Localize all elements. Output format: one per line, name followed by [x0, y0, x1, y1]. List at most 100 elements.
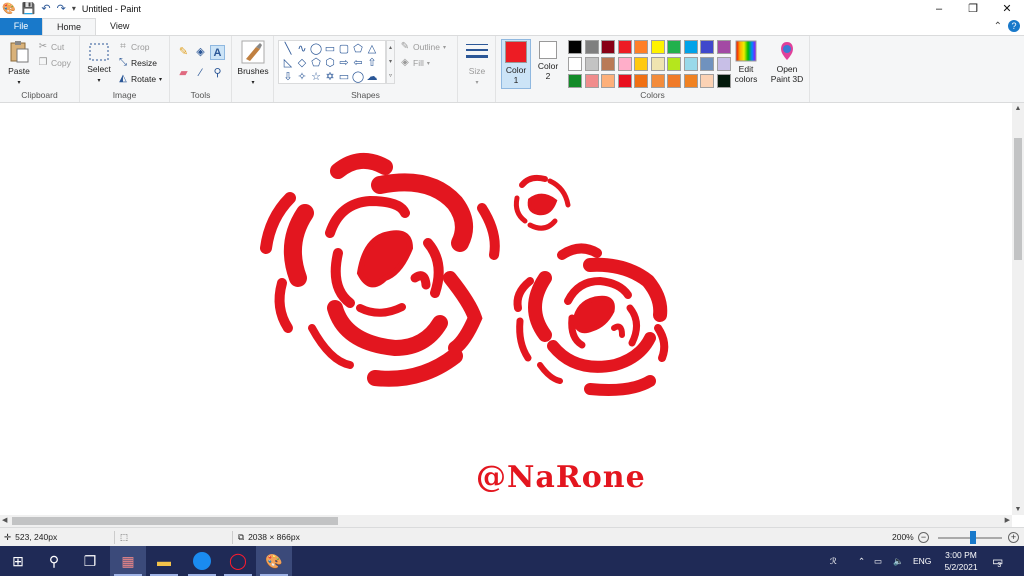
- zoom-out-icon[interactable]: −: [918, 532, 929, 543]
- palette-swatch[interactable]: [667, 40, 681, 54]
- notification-center[interactable]: ▭ 3: [992, 546, 1007, 576]
- color1-button[interactable]: Color 1: [502, 41, 530, 85]
- right-triangle-shape-icon[interactable]: ◺: [281, 56, 295, 70]
- line-shape-icon[interactable]: ╲: [281, 42, 295, 56]
- zoom-slider-thumb[interactable]: [970, 531, 976, 544]
- close-icon[interactable]: ✕: [990, 0, 1024, 18]
- size-button[interactable]: Size ▾: [462, 40, 492, 86]
- scroll-left-icon[interactable]: ◀: [2, 515, 7, 527]
- palette-swatch[interactable]: [700, 40, 714, 54]
- palette-swatch[interactable]: [667, 74, 681, 88]
- fill-button[interactable]: ◈ Fill ▾: [400, 58, 430, 69]
- six-point-star-shape-icon[interactable]: ✡: [323, 70, 337, 84]
- palette-swatch[interactable]: [584, 40, 599, 54]
- copy-button[interactable]: ❐ Copy: [38, 58, 71, 69]
- palette-swatch[interactable]: [634, 40, 648, 54]
- save-icon[interactable]: 💾: [22, 0, 36, 18]
- tab-file[interactable]: File: [0, 18, 42, 35]
- taskbar-app-zalo[interactable]: [184, 546, 220, 576]
- vertical-scroll-thumb[interactable]: [1014, 138, 1022, 260]
- palette-swatch[interactable]: [683, 74, 698, 88]
- palette-swatch[interactable]: [601, 40, 615, 54]
- shapes-gallery-scroll[interactable]: ▴ ▾ ▿: [386, 40, 395, 84]
- minimize-icon[interactable]: –: [922, 0, 956, 18]
- redo-icon[interactable]: ↷: [57, 0, 66, 18]
- rounded-rectangle-shape-icon[interactable]: ▢: [337, 42, 351, 56]
- four-point-star-shape-icon[interactable]: ✧: [295, 70, 309, 84]
- taskbar-app-opera[interactable]: ◯: [220, 546, 256, 576]
- horizontal-scrollbar[interactable]: ◀ ▶: [0, 515, 1012, 527]
- polygon-shape-icon[interactable]: ⬠: [351, 42, 365, 56]
- palette-swatch[interactable]: [650, 57, 665, 71]
- oval-callout-shape-icon[interactable]: ◯: [351, 70, 365, 84]
- rotate-button[interactable]: ◭ Rotate ▾: [118, 74, 162, 85]
- color-picker-icon[interactable]: ⁄: [193, 66, 208, 81]
- show-hidden-icons-icon[interactable]: ⌃: [858, 546, 865, 576]
- taskbar-app-paint[interactable]: 🎨: [256, 546, 292, 576]
- palette-swatch[interactable]: [650, 74, 665, 88]
- palette-swatch[interactable]: [634, 74, 648, 88]
- restore-icon[interactable]: ❐: [956, 0, 990, 18]
- pencil-icon[interactable]: ✎: [176, 45, 191, 60]
- rounded-callout-shape-icon[interactable]: ▭: [337, 70, 351, 84]
- fill-bucket-icon[interactable]: ◈: [193, 45, 208, 60]
- five-point-star-shape-icon[interactable]: ☆: [309, 70, 323, 84]
- curve-shape-icon[interactable]: ∿: [295, 42, 309, 56]
- taskbar-app-photos[interactable]: ▦: [110, 546, 146, 576]
- tab-home[interactable]: Home: [42, 18, 97, 35]
- resize-button[interactable]: ⤡ Resize: [118, 58, 157, 69]
- windows-start-icon[interactable]: ⊞: [0, 546, 36, 576]
- magnifier-icon[interactable]: ⚲: [210, 66, 225, 81]
- palette-swatch[interactable]: [667, 57, 681, 71]
- palette-swatch[interactable]: [568, 74, 582, 88]
- palette-swatch[interactable]: [568, 57, 582, 71]
- select-button[interactable]: Select ▾: [84, 42, 114, 84]
- palette-swatch[interactable]: [584, 74, 599, 88]
- help-icon[interactable]: ?: [1008, 20, 1020, 32]
- down-arrow-shape-icon[interactable]: ⇩: [281, 70, 295, 84]
- taskbar-app-file-explorer[interactable]: ▬: [146, 546, 182, 576]
- oval-shape-icon[interactable]: ◯: [309, 42, 323, 56]
- palette-swatch[interactable]: [716, 40, 731, 54]
- cut-button[interactable]: ✂ Cut: [38, 42, 64, 53]
- customize-toolbar-icon[interactable]: ▾: [72, 0, 76, 18]
- paste-button[interactable]: Paste ▾: [4, 40, 34, 86]
- search-icon[interactable]: ⚲: [36, 546, 72, 576]
- outline-button[interactable]: ✎ Outline ▾: [400, 42, 446, 53]
- undo-icon[interactable]: ↶: [41, 0, 50, 18]
- triangle-shape-icon[interactable]: △: [365, 42, 379, 56]
- left-arrow-shape-icon[interactable]: ⇦: [351, 56, 365, 70]
- eraser-icon[interactable]: ▰: [176, 66, 191, 81]
- cloud-callout-shape-icon[interactable]: ☁: [365, 70, 379, 84]
- palette-swatch[interactable]: [617, 57, 632, 71]
- taskbar-clock[interactable]: 3:00 PM 5/2/2021: [938, 549, 984, 573]
- diamond-shape-icon[interactable]: ◇: [295, 56, 309, 70]
- up-arrow-shape-icon[interactable]: ⇧: [365, 56, 379, 70]
- palette-swatch[interactable]: [634, 57, 648, 71]
- palette-swatch[interactable]: [650, 40, 665, 54]
- pentagon-shape-icon[interactable]: ⬠: [309, 56, 323, 70]
- palette-swatch[interactable]: [700, 74, 714, 88]
- palette-swatch[interactable]: [683, 40, 698, 54]
- palette-swatch[interactable]: [584, 57, 599, 71]
- people-icon[interactable]: ℛ: [830, 546, 837, 576]
- edit-colors-button[interactable]: Edit colors: [732, 40, 760, 84]
- brushes-button[interactable]: Brushes ▾: [236, 40, 270, 86]
- palette-swatch[interactable]: [601, 74, 615, 88]
- language-indicator[interactable]: ENG: [913, 546, 931, 576]
- tab-view[interactable]: View: [96, 18, 143, 35]
- rectangle-shape-icon[interactable]: ▭: [323, 42, 337, 56]
- battery-icon[interactable]: ▭: [874, 546, 882, 576]
- collapse-ribbon-icon[interactable]: ⌃: [994, 18, 1002, 35]
- volume-icon[interactable]: 🔈: [893, 546, 904, 576]
- crop-button[interactable]: ⌗ Crop: [118, 42, 149, 53]
- vertical-scrollbar[interactable]: ▲ ▼: [1012, 103, 1024, 515]
- hexagon-shape-icon[interactable]: ⬡: [323, 56, 337, 70]
- right-arrow-shape-icon[interactable]: ⇨: [337, 56, 351, 70]
- palette-swatch[interactable]: [716, 74, 731, 88]
- scroll-up-icon[interactable]: ▲: [1012, 105, 1024, 112]
- scroll-right-icon[interactable]: ▶: [1005, 515, 1010, 527]
- scroll-down-icon[interactable]: ▼: [1012, 506, 1024, 513]
- palette-swatch[interactable]: [617, 74, 632, 88]
- palette-swatch[interactable]: [601, 57, 615, 71]
